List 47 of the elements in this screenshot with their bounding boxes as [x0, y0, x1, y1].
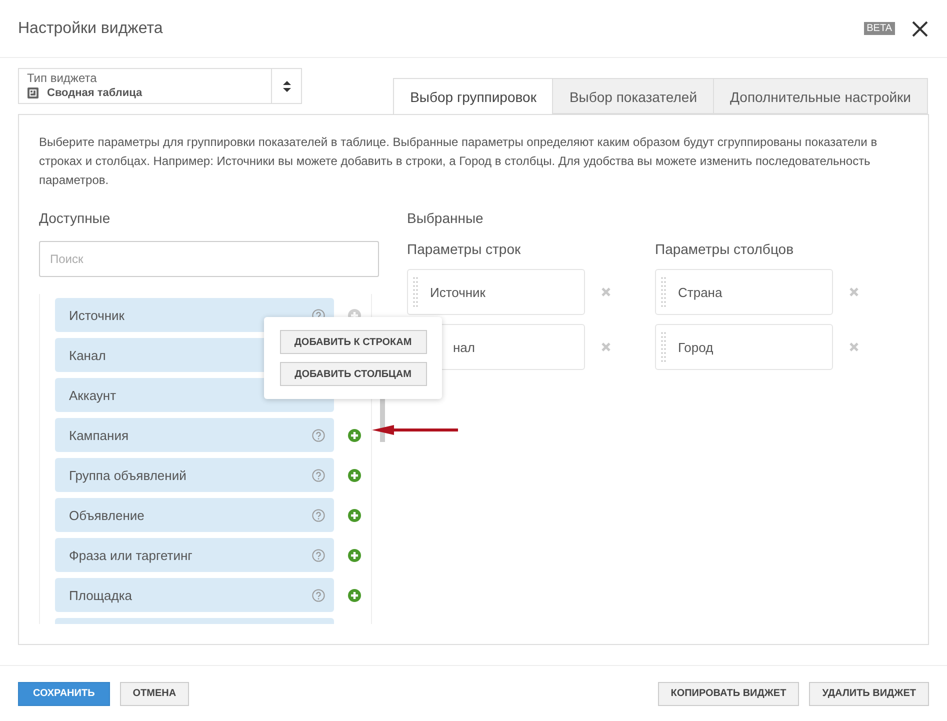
- tab[interactable]: Выбор группировок: [393, 78, 554, 115]
- drag-handle-icon[interactable]: [661, 277, 666, 307]
- pivot-table-icon: [27, 87, 39, 99]
- parameter-item[interactable]: Фраза или таргетинг: [55, 538, 334, 572]
- remove-icon[interactable]: [601, 287, 611, 297]
- field-label: Тип виджета: [27, 71, 98, 85]
- help-icon[interactable]: [312, 588, 325, 602]
- drag-handle-icon[interactable]: [413, 277, 418, 307]
- parameter-item[interactable]: Площадка: [55, 578, 334, 612]
- help-icon[interactable]: [312, 508, 325, 522]
- parameter-item[interactable]: Группа объявлений: [55, 458, 334, 492]
- search-field[interactable]: Поиск: [39, 241, 379, 277]
- selected-parameter[interactable]: Город: [655, 324, 833, 370]
- parameter-item[interactable]: Кампания: [55, 418, 334, 452]
- beta-badge: BETA: [864, 22, 895, 35]
- selected-parameter[interactable]: Источник: [407, 269, 585, 315]
- section-heading: Выбранные: [407, 210, 484, 228]
- footer-button[interactable]: КОПИРОВАТЬ ВИДЖЕТ: [658, 682, 800, 706]
- dialog-title: Настройки виджета: [18, 20, 163, 38]
- selected-value: Сводная таблица: [47, 87, 142, 99]
- remove-icon[interactable]: [601, 342, 611, 352]
- add-icon[interactable]: [348, 468, 361, 482]
- help-icon[interactable]: [312, 428, 325, 442]
- add-icon[interactable]: [348, 428, 361, 442]
- selected-parameter[interactable]: Страна: [655, 269, 833, 315]
- column-heading: Параметры строк: [407, 241, 522, 257]
- add-icon[interactable]: [348, 588, 361, 602]
- tab[interactable]: Выбор показателей: [553, 78, 714, 114]
- sort-arrows-icon: [282, 80, 290, 92]
- popover-button[interactable]: ДОБАВИТЬ К СТРОКАМ: [280, 330, 426, 354]
- footer-button[interactable]: ОТМЕНА: [120, 682, 190, 706]
- footer-button[interactable]: УДАЛИТЬ ВИДЖЕТ: [809, 682, 929, 706]
- popover-button[interactable]: ДОБАВИТЬ СТОЛБЦАМ: [280, 362, 426, 386]
- add-icon[interactable]: [348, 548, 361, 562]
- remove-icon[interactable]: [849, 287, 859, 297]
- section-heading: Доступные: [39, 210, 112, 228]
- close-icon[interactable]: [911, 20, 929, 38]
- description-text: Выберите параметры для группировки показателей в таблице. Выбранные параметры определяют каким образом будут сгруппированы показатели в строках и столбцах. Например: Источники вы можете добавить в строки, а Город в столбцы. Для удобства вы можете изменить последовательность параметров.: [39, 134, 878, 189]
- widget-type-select[interactable]: Тип виджета Сводная таблица: [18, 68, 302, 104]
- parameter-item[interactable]: Объявление: [55, 498, 334, 532]
- help-icon[interactable]: [312, 548, 325, 562]
- add-icon[interactable]: [348, 508, 361, 522]
- tab[interactable]: Дополнительные настройки: [714, 78, 928, 114]
- remove-icon[interactable]: [849, 342, 859, 352]
- drag-handle-icon[interactable]: [661, 332, 666, 362]
- help-icon[interactable]: [312, 468, 325, 482]
- column-heading: Параметры столбцов: [655, 241, 795, 257]
